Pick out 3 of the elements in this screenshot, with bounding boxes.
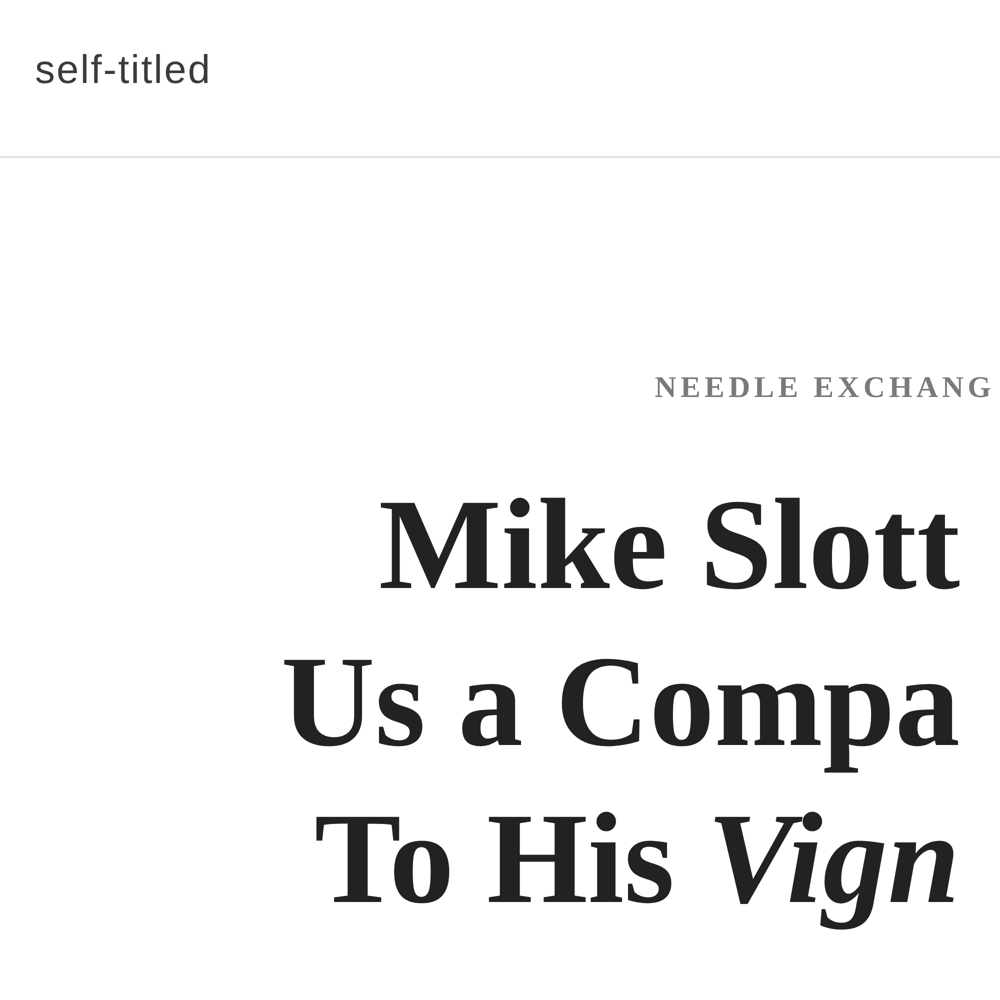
article-headline: Mike Slott Us a Compa To His Vign	[280, 472, 960, 933]
article-category: NEEDLE EXCHANG	[654, 373, 995, 403]
site-logo[interactable]: self-titled	[35, 50, 212, 90]
